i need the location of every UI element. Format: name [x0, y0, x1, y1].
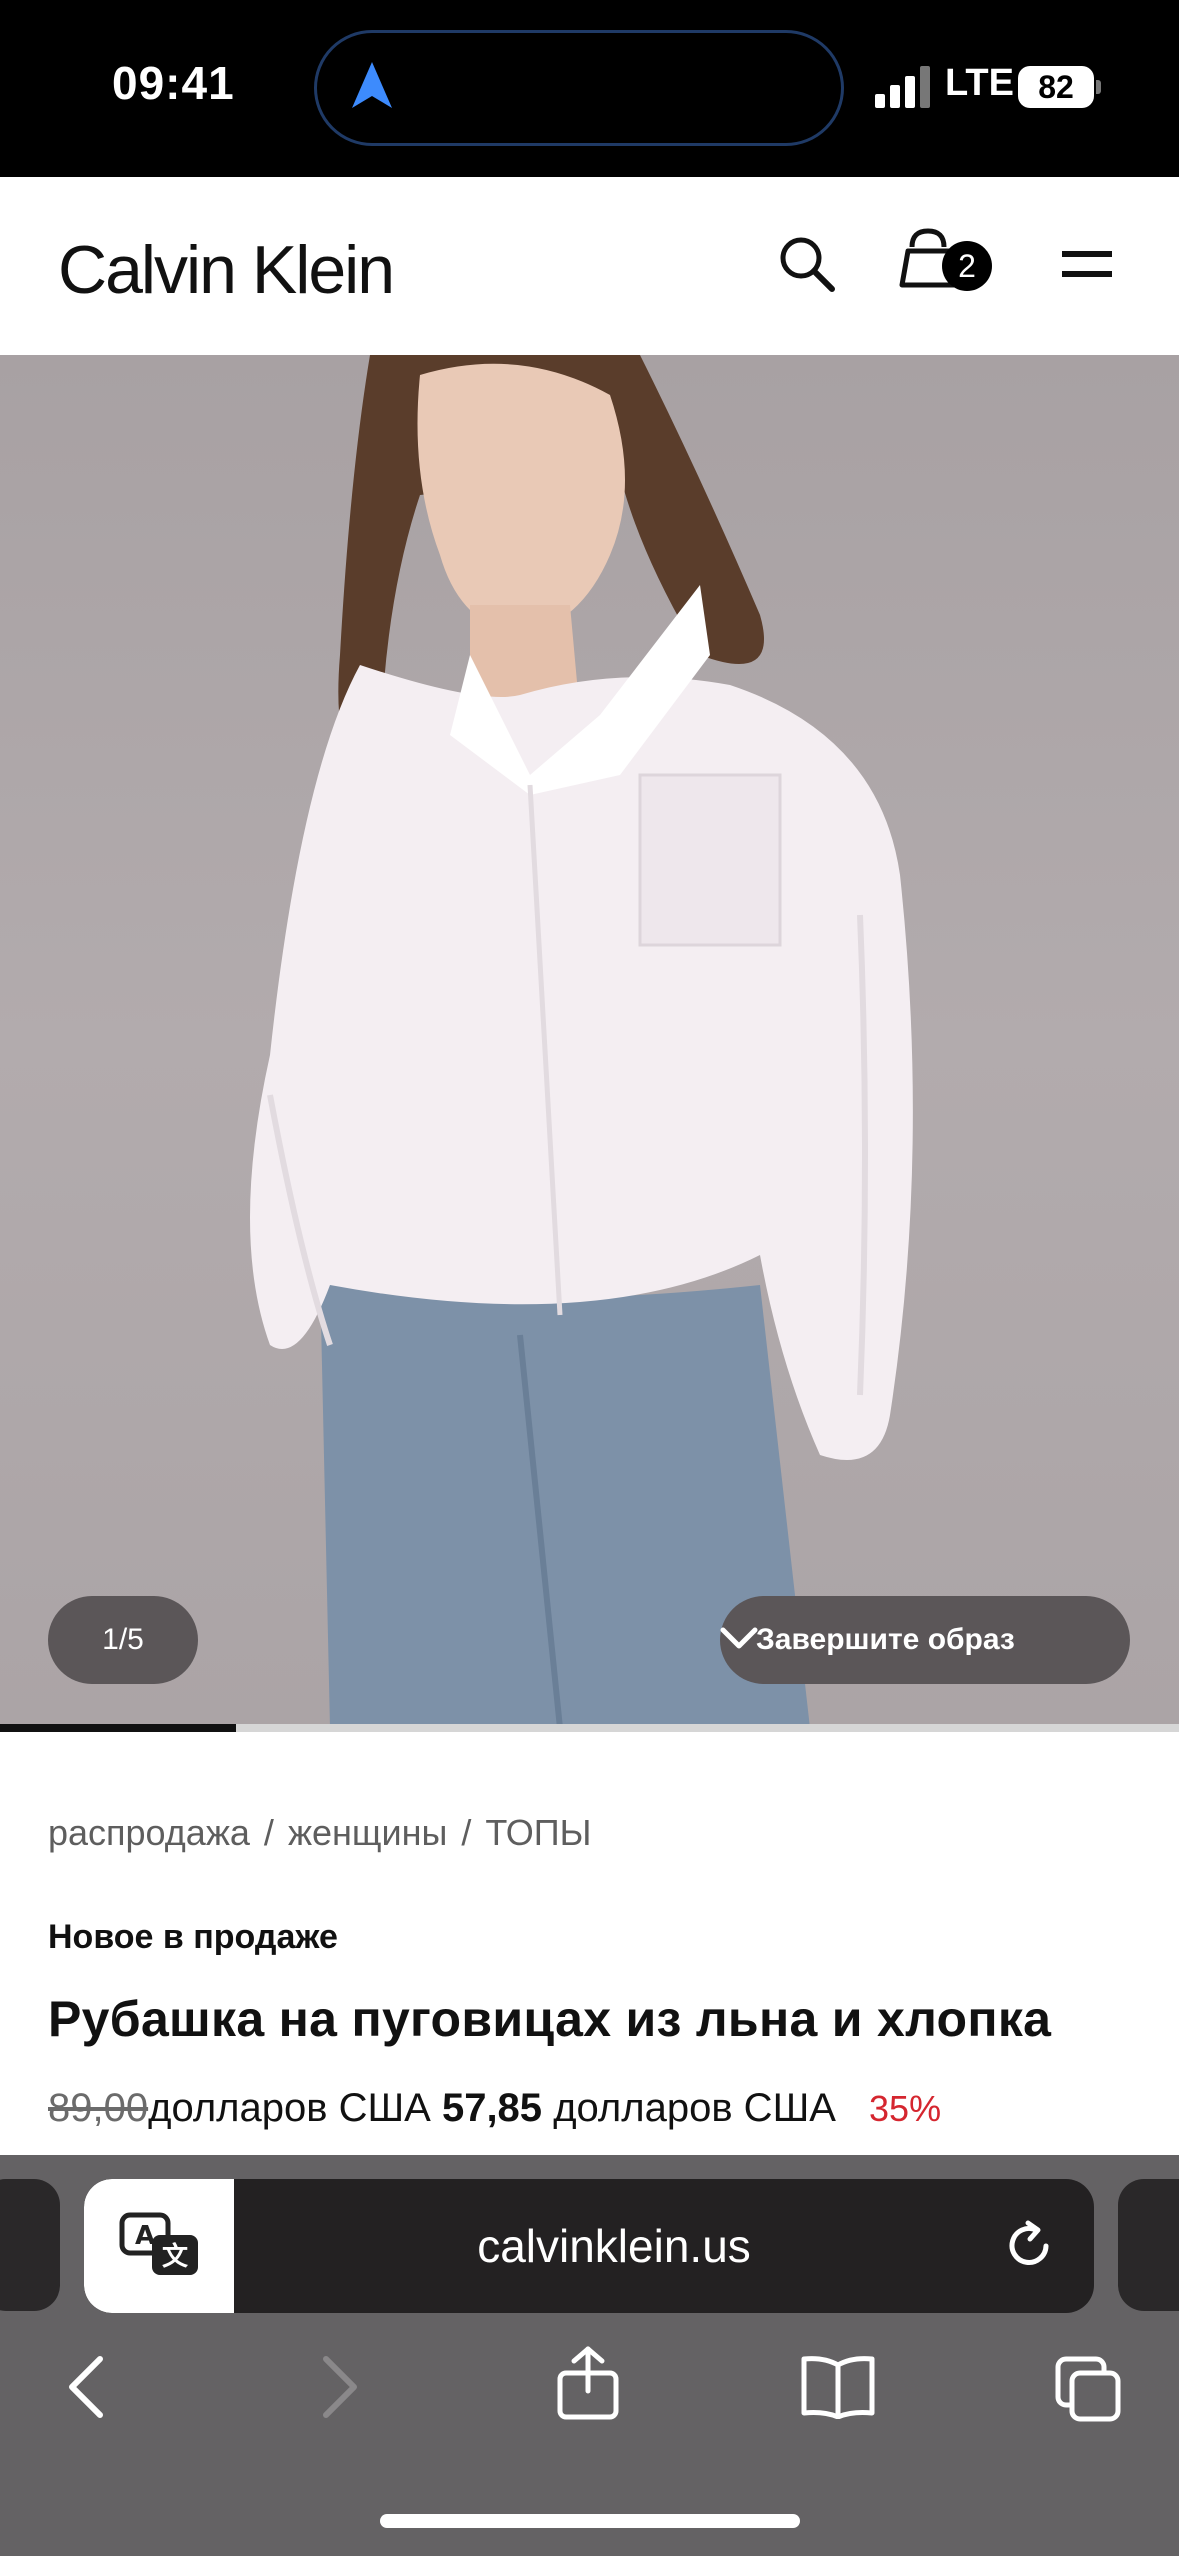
location-arrow-icon [352, 62, 392, 108]
network-type: LTE [945, 62, 1014, 104]
back-icon[interactable] [66, 2355, 106, 2419]
gallery-progress-fill [0, 1724, 236, 1732]
reload-icon[interactable] [1002, 2219, 1056, 2273]
breadcrumb: распродажа / женщины / ТОПЫ [48, 1812, 592, 1854]
site-header: Calvin Klein 2 [0, 177, 1179, 355]
next-tab-preview[interactable] [1118, 2179, 1179, 2311]
gallery-pager: 1/5 [48, 1596, 198, 1684]
discount-percent: 35% [869, 2088, 942, 2129]
product-photo [250, 355, 913, 1728]
tabs-icon[interactable] [1054, 2355, 1124, 2425]
signal-icon [875, 66, 930, 108]
breadcrumb-item-tops[interactable]: ТОПЫ [485, 1812, 591, 1853]
product-title: Рубашка на пуговицах из льна и хлопка [48, 1991, 1052, 2047]
previous-tab-preview[interactable] [0, 2179, 60, 2311]
cart-count-badge: 2 [942, 241, 992, 291]
home-indicator[interactable] [380, 2514, 800, 2528]
search-icon[interactable] [776, 233, 836, 293]
battery-level: 82 [1018, 66, 1094, 108]
old-price: 89,00 [48, 2086, 149, 2130]
brand-logo[interactable]: Calvin Klein [58, 231, 395, 309]
url-text[interactable]: calvinklein.us [234, 2179, 994, 2313]
svg-text:文: 文 [162, 2241, 189, 2272]
battery-tip [1096, 80, 1101, 94]
bookmarks-icon[interactable] [800, 2355, 876, 2419]
breadcrumb-item-women[interactable]: женщины [288, 1812, 447, 1853]
gallery-progress-bar [0, 1724, 1179, 1732]
share-icon[interactable] [556, 2345, 620, 2421]
complete-look-button[interactable]: Завершите образ [720, 1596, 1130, 1684]
complete-look-label: Завершите образ [756, 1623, 1015, 1656]
breadcrumb-separator: / [461, 1812, 472, 1853]
address-bar[interactable]: A 文 calvinklein.us [84, 2179, 1094, 2313]
translate-icon: A 文 [119, 2212, 198, 2275]
breadcrumb-item-sale[interactable]: распродажа [48, 1812, 250, 1853]
sale-price-currency: долларов США [553, 2086, 836, 2130]
old-price-currency: долларов США [148, 2086, 431, 2130]
product-image-gallery[interactable]: 1/5 Завершите образ [0, 355, 1179, 1728]
browser-toolbar: A 文 calvinklein.us [0, 2155, 1179, 2556]
new-arrival-badge: Новое в продаже [48, 1918, 338, 1956]
chevron-down-icon [720, 1627, 758, 1649]
forward-icon[interactable] [320, 2355, 360, 2419]
hamburger-menu-icon[interactable] [1062, 247, 1112, 283]
status-bar: 09:41 LTE 82 [0, 0, 1179, 177]
breadcrumb-separator: / [263, 1812, 274, 1853]
translate-button[interactable]: A 文 [84, 2179, 234, 2313]
sale-price: 57,85 [441, 2086, 543, 2130]
price-line: 89,00долларов США 57,85 долларов США 35% [48, 2086, 941, 2131]
status-time: 09:41 [112, 57, 235, 109]
